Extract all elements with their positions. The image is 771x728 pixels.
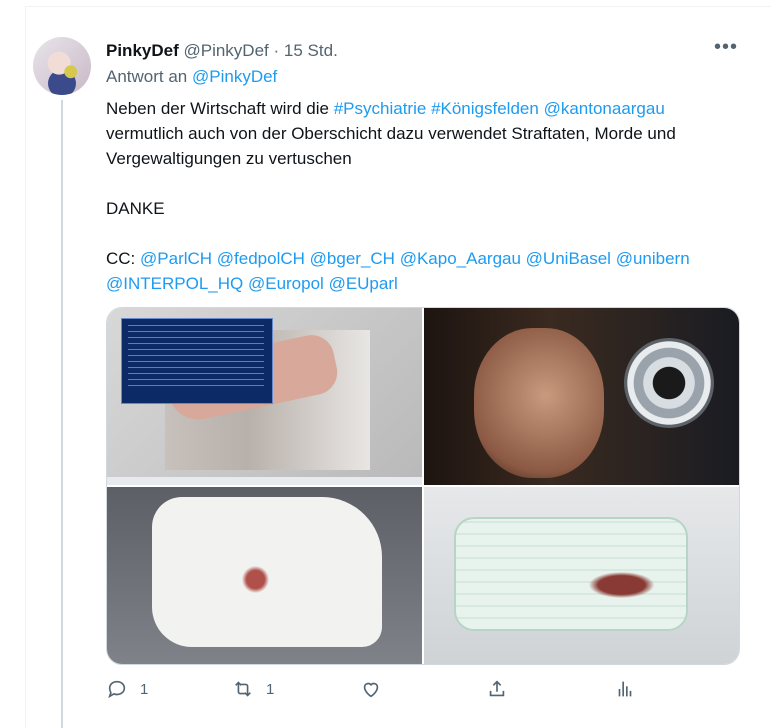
mention-link[interactable]: @Kapo_Aargau bbox=[400, 249, 521, 268]
reply-to-link[interactable]: @PinkyDef bbox=[192, 67, 277, 86]
left-border bbox=[25, 6, 26, 728]
tweet-header: PinkyDef @PinkyDef · 15 Std. bbox=[106, 40, 338, 62]
retweet-icon bbox=[235, 681, 251, 697]
camera bbox=[624, 338, 714, 428]
like-icon bbox=[363, 682, 379, 698]
more-icon[interactable]: ••• bbox=[714, 36, 738, 59]
mention-link[interactable]: @unibern bbox=[616, 249, 690, 268]
media-image-selfie[interactable] bbox=[424, 308, 739, 485]
media-image-tissue[interactable] bbox=[107, 487, 422, 664]
face bbox=[474, 328, 604, 478]
mention-link[interactable]: @kantonaargau bbox=[544, 99, 665, 118]
body-prefix: Neben der Wirtschaft wird die bbox=[106, 99, 329, 118]
hashtag-link[interactable]: #Psychiatrie bbox=[334, 99, 427, 118]
share-icon bbox=[489, 680, 505, 697]
user-handle[interactable]: @PinkyDef bbox=[183, 41, 268, 60]
retweet-count: 1 bbox=[266, 680, 275, 698]
avatar[interactable] bbox=[33, 37, 91, 95]
mention-link[interactable]: @bger_CH bbox=[310, 249, 395, 268]
mention-link[interactable]: @ParlCH bbox=[140, 249, 212, 268]
cc-paragraph: CC: @ParlCH @fedpolCH @bger_CH @Kapo_Aar… bbox=[106, 246, 756, 296]
media-image-mask[interactable] bbox=[424, 487, 739, 664]
thanks-text: DANKE bbox=[106, 199, 165, 218]
mention-link[interactable]: @fedpolCH bbox=[217, 249, 305, 268]
hashtag-link[interactable]: #Königsfelden bbox=[431, 99, 539, 118]
tweet-text: Neben der Wirtschaft wird die #Psychiatr… bbox=[106, 96, 756, 296]
top-border bbox=[25, 6, 771, 7]
mention-link[interactable]: @INTERPOL_HQ bbox=[106, 274, 243, 293]
cc-label: CC: bbox=[106, 249, 136, 268]
mention-link[interactable]: @EUparl bbox=[329, 274, 398, 293]
paragraph-main: Neben der Wirtschaft wird die #Psychiatr… bbox=[106, 96, 756, 171]
taskbar bbox=[107, 477, 422, 485]
reply-context: Antwort an @PinkyDef bbox=[106, 66, 277, 88]
mention-link[interactable]: @Europol bbox=[248, 274, 324, 293]
media-grid bbox=[106, 307, 740, 665]
face-mask bbox=[454, 517, 688, 631]
reply-icon bbox=[108, 680, 126, 699]
analytics-icon bbox=[618, 681, 632, 697]
share-button[interactable] bbox=[486, 678, 508, 700]
timestamp[interactable]: 15 Std. bbox=[284, 41, 338, 60]
separator: · bbox=[273, 41, 280, 60]
retweet-button[interactable]: 1 bbox=[232, 678, 274, 700]
reply-count: 1 bbox=[140, 680, 149, 698]
terminal-window bbox=[121, 318, 273, 404]
mention-link[interactable]: @UniBasel bbox=[526, 249, 611, 268]
media-image-screenshot[interactable] bbox=[107, 308, 422, 485]
tissue bbox=[152, 497, 382, 647]
display-name[interactable]: PinkyDef bbox=[106, 41, 179, 60]
reply-button[interactable]: 1 bbox=[106, 678, 148, 700]
thread-line bbox=[61, 100, 63, 728]
like-button[interactable] bbox=[360, 678, 382, 700]
body-rest: vermutlich auch von der Oberschicht dazu… bbox=[106, 124, 676, 168]
reply-prefix: Antwort an bbox=[106, 67, 188, 86]
analytics-button[interactable] bbox=[614, 678, 636, 700]
action-bar: 1 1 bbox=[106, 678, 746, 706]
